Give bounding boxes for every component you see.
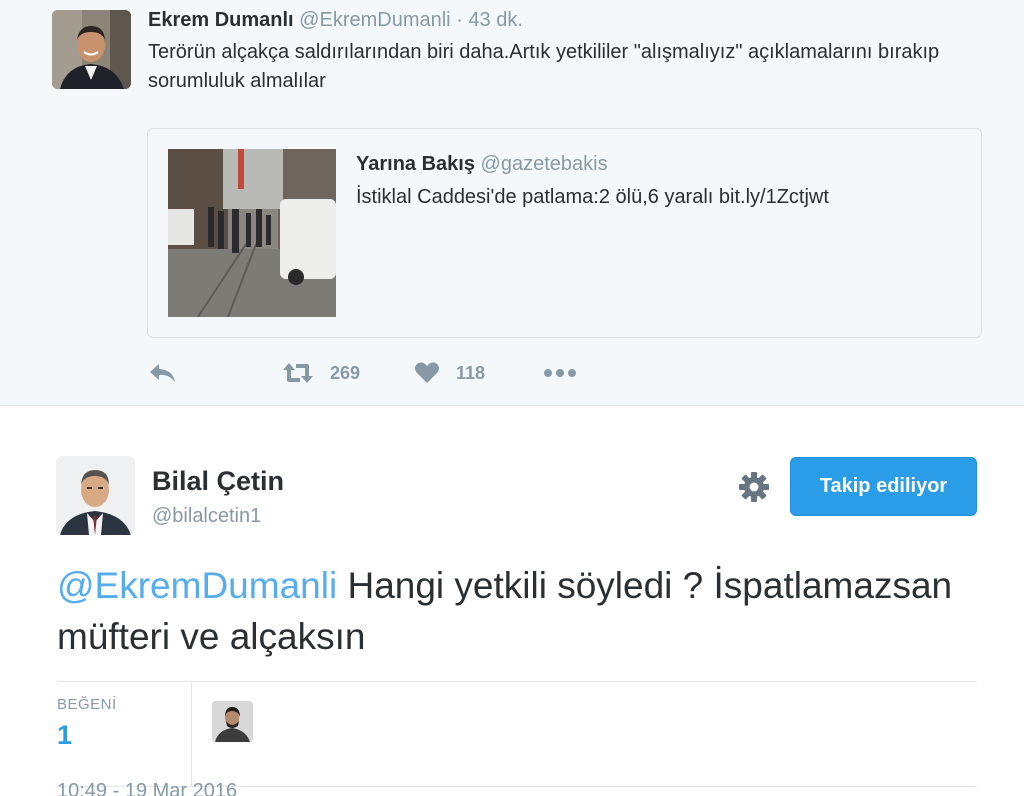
reply-icon — [150, 364, 175, 382]
quoted-tweet-header: Yarına Bakış @gazetebakis — [356, 153, 608, 176]
tweet-text: Terörün alçakça saldırılarından biri dah… — [148, 41, 940, 92]
quoted-tweet[interactable]: Yarına Bakış @gazetebakis İstiklal Cadde… — [147, 128, 982, 338]
gear-icon — [739, 472, 769, 502]
author-handle[interactable]: @bilalcetin1 — [152, 505, 261, 528]
like-count: 118 — [456, 362, 486, 383]
reply-button[interactable] — [148, 357, 178, 389]
parent-tweet[interactable]: Ekrem Dumanlı @EkremDumanli · 43 dk. Ter… — [0, 0, 1024, 406]
likes-label: BEĞENİ — [57, 696, 117, 713]
author-name[interactable]: Bilal Çetin — [152, 466, 284, 497]
more-icon — [544, 369, 576, 377]
quoted-author-name[interactable]: Yarına Bakış — [356, 153, 475, 175]
avatar[interactable] — [56, 456, 135, 535]
tweet-actions: 269 118 — [148, 357, 648, 389]
tweet-text: @EkremDumanli Hangi yetkili söyledi ? İs… — [57, 560, 997, 662]
retweet-button[interactable]: 269 — [282, 357, 360, 389]
likes-count[interactable]: 1 — [57, 720, 72, 751]
gear-button[interactable] — [737, 470, 771, 504]
mention-link[interactable]: @EkremDumanli — [57, 565, 337, 606]
avatar[interactable] — [52, 10, 131, 89]
heart-icon — [415, 362, 439, 383]
likes-stat[interactable]: BEĞENİ 1 — [57, 682, 192, 786]
following-button[interactable]: Takip ediliyor — [790, 457, 977, 516]
quoted-author-handle[interactable]: @gazetebakis — [481, 153, 608, 175]
liker-avatar[interactable] — [212, 701, 253, 742]
tweet-time[interactable]: 43 dk. — [468, 9, 522, 31]
tweet-header: Ekrem Dumanlı @EkremDumanli · 43 dk. — [148, 9, 523, 32]
tweet-stats: BEĞENİ 1 — [57, 681, 977, 787]
quoted-tweet-text: İstiklal Caddesi'de patlama:2 ölü,6 yara… — [356, 186, 829, 208]
author-handle[interactable]: @EkremDumanli — [299, 9, 450, 31]
retweet-icon — [283, 363, 313, 383]
quoted-tweet-image[interactable] — [168, 149, 336, 317]
more-button[interactable] — [543, 357, 577, 389]
author-name[interactable]: Ekrem Dumanlı — [148, 9, 294, 31]
like-button[interactable]: 118 — [414, 357, 485, 389]
separator: · — [456, 9, 463, 31]
tweet-timestamp[interactable]: 10:49 - 19 Mar 2016 — [57, 780, 237, 796]
retweet-count: 269 — [330, 362, 361, 383]
